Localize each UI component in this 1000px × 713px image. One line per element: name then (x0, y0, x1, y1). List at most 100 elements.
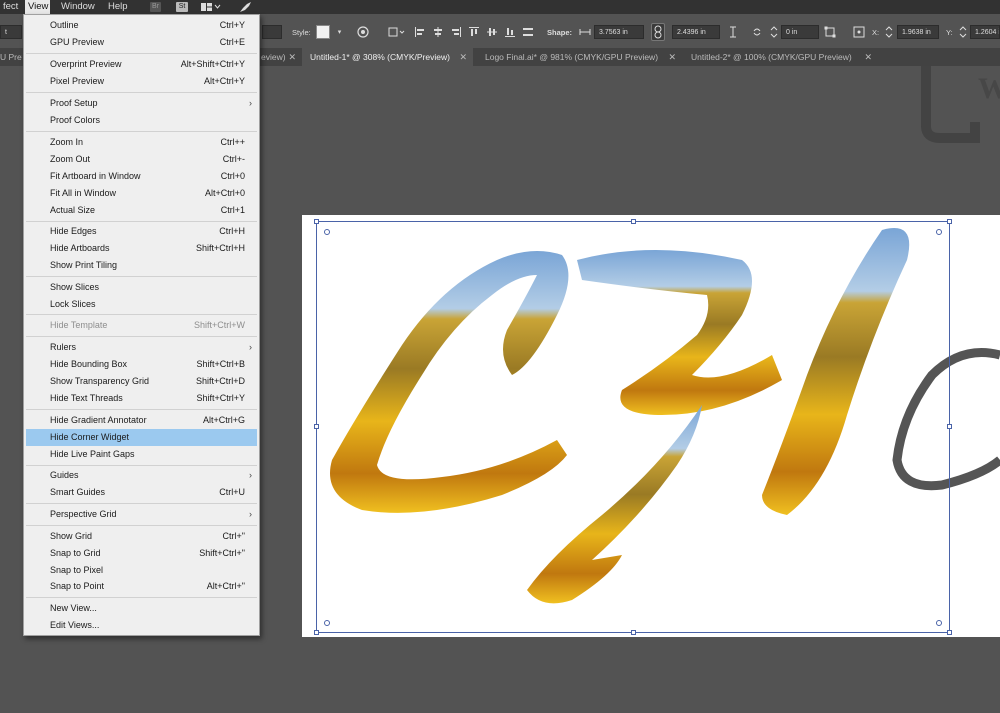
close-icon[interactable]: ✕ (668, 48, 676, 66)
menu-separator (26, 503, 257, 504)
menu-item-rulers[interactable]: Rulers › (26, 339, 257, 356)
align-top-icon[interactable] (468, 26, 480, 38)
y-field[interactable]: 1.2604 in (970, 25, 1000, 39)
menu-item-actual-size[interactable]: Actual Size Ctrl+1 (26, 202, 257, 219)
menu-item-snap-to-point[interactable]: Snap to Point Alt+Ctrl+" (26, 578, 257, 595)
height-field[interactable]: 2.4396 in (672, 25, 720, 39)
menu-item-hide-template: Hide Template Shift+Ctrl+W (50, 320, 245, 330)
menu-separator (26, 92, 257, 93)
chevron-right-icon: › (249, 470, 252, 480)
menu-item-gpu-preview[interactable]: GPU Preview Ctrl+E (26, 34, 257, 51)
align-left-icon[interactable] (414, 26, 426, 38)
link-icon[interactable] (651, 23, 665, 41)
resize-handle-top-right[interactable] (947, 219, 952, 224)
corner-widget-toggle-icon[interactable] (824, 26, 836, 38)
transform-icon[interactable] (388, 26, 406, 38)
menu-item-hide-corner-widget[interactable]: Hide Corner Widget (26, 429, 257, 446)
menu-help[interactable]: Help (105, 0, 131, 14)
menu-separator (26, 525, 257, 526)
menu-separator (26, 597, 257, 598)
tab-untitled-1[interactable]: Untitled-1* @ 308% (CMYK/Preview) ✕ (302, 48, 473, 66)
stepper-icon[interactable] (959, 25, 967, 39)
menu-item-zoom-in[interactable]: Zoom In Ctrl++ (26, 134, 257, 151)
corner-widget-top-right[interactable] (936, 229, 942, 235)
background-letter: W (978, 72, 1000, 105)
resize-handle-bottom-left[interactable] (314, 630, 319, 635)
chevron-right-icon: › (249, 98, 252, 108)
stock-icon[interactable]: St (176, 2, 188, 12)
close-icon[interactable]: ✕ (288, 48, 296, 66)
menu-item-snap-to-pixel[interactable]: Snap to Pixel (26, 562, 257, 579)
y-label: Y: (946, 28, 953, 37)
background-logo-fragment: W (920, 66, 1000, 144)
menu-item-show-transparency-grid[interactable]: Show Transparency Grid Shift+Ctrl+D (26, 373, 257, 390)
width-icon (579, 27, 591, 37)
menu-item-new-view[interactable]: New View... (26, 600, 257, 617)
corner-type-icon[interactable] (752, 26, 762, 38)
menu-item-show-slices[interactable]: Show Slices (26, 279, 257, 296)
menu-item-pixel-preview[interactable]: Pixel Preview Alt+Ctrl+Y (26, 73, 257, 90)
menu-item-hide-live-paint-gaps[interactable]: Hide Live Paint Gaps (26, 446, 257, 463)
reference-point-icon[interactable] (853, 26, 865, 38)
menu-item-fit-artboard[interactable]: Fit Artboard in Window Ctrl+0 (26, 168, 257, 185)
resize-handle-left[interactable] (314, 424, 319, 429)
stepper-icon[interactable] (885, 25, 893, 39)
shape-label: Shape: (547, 28, 573, 37)
menu-effect[interactable]: fect (0, 0, 21, 14)
menu-item-smart-guides[interactable]: Smart Guides Ctrl+U (26, 484, 257, 501)
bridge-icon[interactable]: Br (150, 2, 161, 12)
stroke-width-select[interactable] (262, 25, 282, 39)
distribute-icon[interactable] (522, 26, 534, 38)
resize-handle-top[interactable] (631, 219, 636, 224)
corner-widget-bottom-left[interactable] (324, 620, 330, 626)
stepper-icon[interactable] (770, 25, 778, 39)
width-field[interactable]: 3.7563 in (594, 25, 644, 39)
menu-item-proof-setup[interactable]: Proof Setup › (26, 95, 257, 112)
height-icon (728, 26, 738, 38)
resize-handle-bottom[interactable] (631, 630, 636, 635)
menu-item-edit-views[interactable]: Edit Views... (26, 617, 257, 634)
menu-item-hide-text-threads[interactable]: Hide Text Threads Shift+Ctrl+Y (26, 390, 257, 407)
menu-item-perspective-grid[interactable]: Perspective Grid › (26, 506, 257, 523)
menu-item-outline[interactable]: Outline Ctrl+Y (26, 17, 257, 34)
corner-widget-top-left[interactable] (324, 229, 330, 235)
menu-item-proof-colors[interactable]: Proof Colors (26, 112, 257, 129)
menu-item-fit-all[interactable]: Fit All in Window Alt+Ctrl+0 (26, 185, 257, 202)
menu-item-show-print-tiling[interactable]: Show Print Tiling (26, 257, 257, 274)
arrange-documents-icon[interactable] (201, 2, 221, 12)
menu-separator (26, 314, 257, 315)
menu-item-lock-slices[interactable]: Lock Slices (26, 296, 257, 313)
resize-handle-bottom-right[interactable] (947, 630, 952, 635)
menu-item-guides[interactable]: Guides › (26, 467, 257, 484)
corner-radius-field[interactable]: 0 in (781, 25, 819, 39)
align-bottom-icon[interactable] (504, 26, 516, 38)
close-icon[interactable]: ✕ (459, 48, 467, 66)
chevron-right-icon: › (249, 342, 252, 352)
menu-item-hide-gradient-annotator[interactable]: Hide Gradient Annotator Alt+Ctrl+G (26, 412, 257, 429)
rocket-icon[interactable] (238, 1, 252, 13)
menu-item-zoom-out[interactable]: Zoom Out Ctrl+- (26, 151, 257, 168)
menu-item-hide-bounding-box[interactable]: Hide Bounding Box Shift+Ctrl+B (26, 356, 257, 373)
menu-item-snap-to-grid[interactable]: Snap to Grid Shift+Ctrl+" (26, 545, 257, 562)
align-middle-icon[interactable] (486, 26, 498, 38)
tab-untitled-2[interactable]: Untitled-2* @ 100% (CMYK/GPU Preview) ✕ (683, 48, 878, 66)
x-field[interactable]: 1.9638 in (897, 25, 939, 39)
align-right-icon[interactable] (450, 26, 462, 38)
recolor-artwork-icon[interactable] (357, 26, 369, 38)
style-swatch[interactable] (316, 25, 330, 39)
menu-item-show-grid[interactable]: Show Grid Ctrl+" (26, 528, 257, 545)
tab-logo-final[interactable]: Logo Final.ai* @ 981% (CMYK/GPU Preview)… (477, 48, 682, 66)
menu-item-hide-edges[interactable]: Hide Edges Ctrl+H (26, 223, 257, 240)
corner-widget-bottom-right[interactable] (936, 620, 942, 626)
resize-handle-right[interactable] (947, 424, 952, 429)
close-icon[interactable]: ✕ (864, 48, 872, 66)
resize-handle-top-left[interactable] (314, 219, 319, 224)
menu-item-hide-artboards[interactable]: Hide Artboards Shift+Ctrl+H (26, 240, 257, 257)
align-center-icon[interactable] (432, 26, 444, 38)
menu-view[interactable]: View (25, 0, 50, 14)
menu-item-overprint-preview[interactable]: Overprint Preview Alt+Shift+Ctrl+Y (26, 56, 257, 73)
chevron-down-icon[interactable]: ▾ (334, 27, 345, 38)
left-select[interactable]: t (0, 25, 22, 39)
tab-document-1[interactable]: U Previ (0, 48, 22, 66)
menu-window[interactable]: Window (58, 0, 98, 14)
